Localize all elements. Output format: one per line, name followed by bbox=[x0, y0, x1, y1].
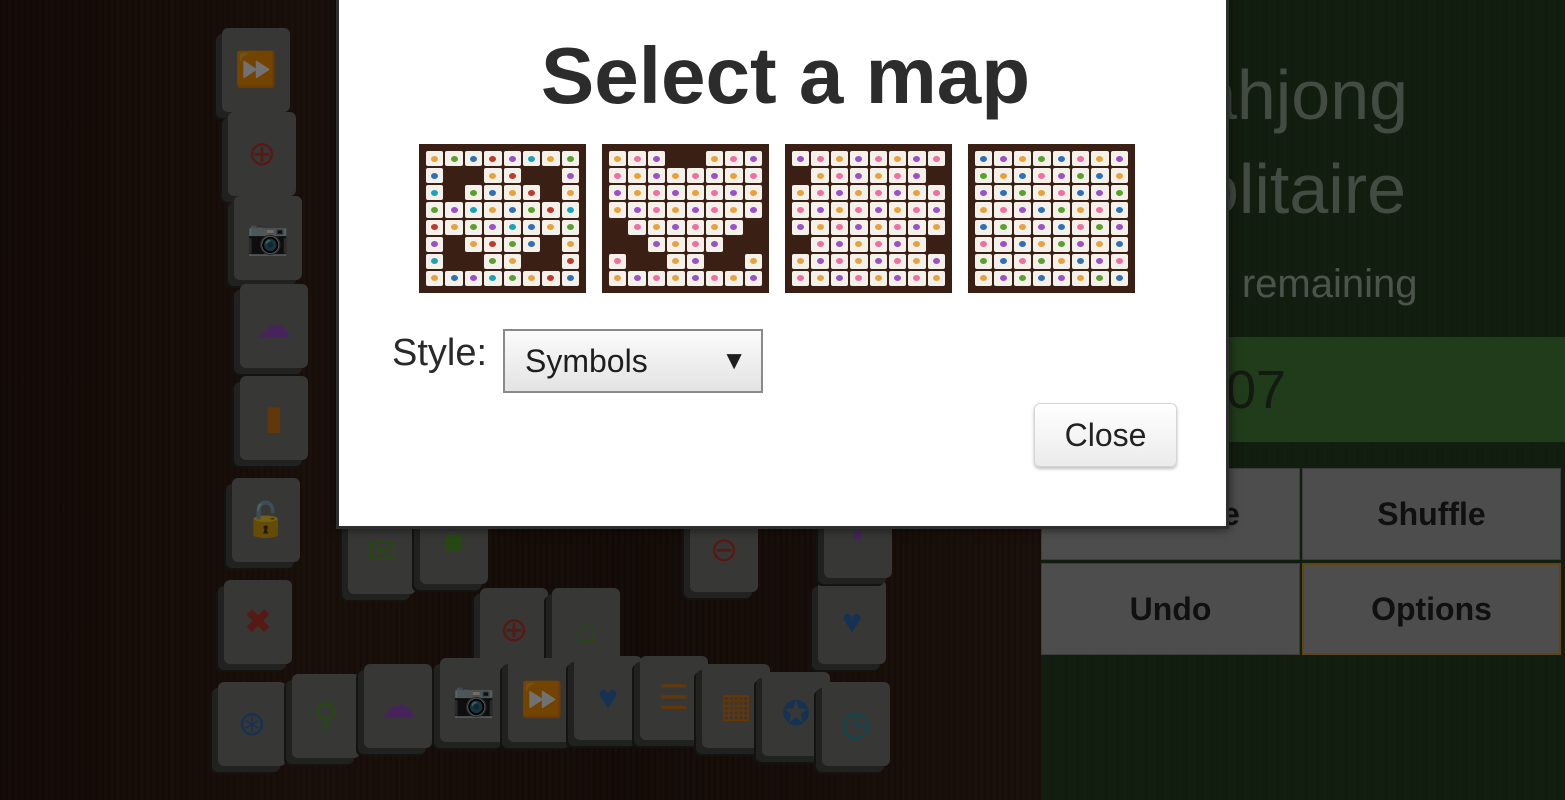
map-thumbnail-1[interactable] bbox=[419, 144, 586, 293]
style-select[interactable]: Symbols ▼ bbox=[503, 329, 763, 393]
chevron-down-icon: ▼ bbox=[721, 345, 747, 375]
close-button-label: Close bbox=[1064, 416, 1147, 453]
map-thumbnail-4[interactable] bbox=[968, 144, 1135, 293]
select-map-dialog: Select a map Style: Symbols ▼ Close bbox=[336, 0, 1229, 529]
close-button[interactable]: Close bbox=[1034, 403, 1177, 467]
style-label: Style: bbox=[392, 332, 488, 374]
style-selected-value: Symbols bbox=[525, 342, 648, 379]
map-thumbnail-3[interactable] bbox=[785, 144, 952, 293]
dialog-title: Select a map bbox=[540, 31, 1031, 120]
map-thumbnail-2[interactable] bbox=[602, 144, 769, 293]
